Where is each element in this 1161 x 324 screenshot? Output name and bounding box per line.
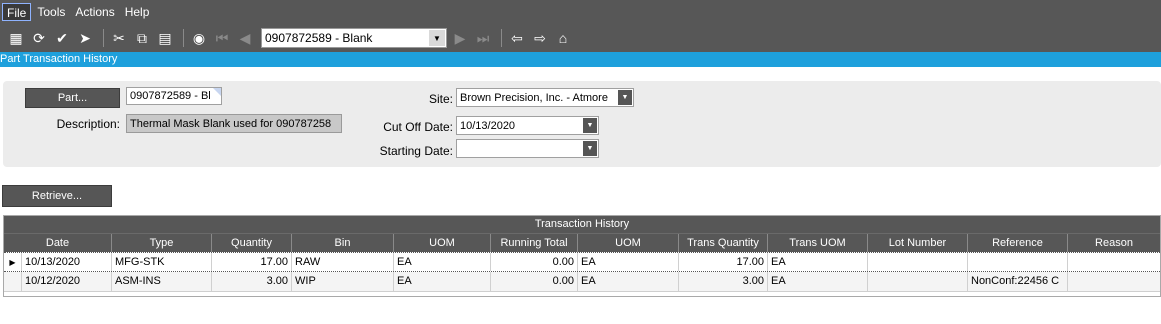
- cell-type: ASM-INS: [112, 272, 212, 291]
- column-header-uom[interactable]: UOM: [394, 234, 491, 252]
- search-binoculars-icon[interactable]: ◉: [189, 28, 209, 48]
- menu-bar: File Tools Actions Help: [0, 0, 1161, 24]
- column-header-reason[interactable]: Reason: [1068, 234, 1160, 252]
- cell-running-total: 0.00: [491, 253, 578, 271]
- column-header-date[interactable]: Date: [4, 234, 112, 252]
- cell-quantity: 17.00: [212, 253, 292, 271]
- column-header-reference[interactable]: Reference: [968, 234, 1068, 252]
- grid-caption: Transaction History: [4, 216, 1160, 233]
- description-field: Thermal Mask Blank used for 090787258: [126, 114, 342, 133]
- previous-record-icon[interactable]: ◀: [235, 28, 255, 48]
- part-value: 0907872589 - Bl: [130, 90, 211, 102]
- chevron-down-icon[interactable]: ▼: [583, 118, 597, 133]
- row-indicator: [4, 272, 22, 291]
- cell-reason: [1068, 253, 1158, 271]
- chevron-down-icon[interactable]: ▼: [583, 141, 597, 156]
- page-title: Part Transaction History: [0, 52, 1161, 67]
- cell-uom: EA: [394, 253, 491, 271]
- cutoff-date-field[interactable]: 10/13/2020 ▼: [456, 116, 599, 135]
- row-indicator-icon: ▶: [4, 253, 22, 271]
- copy-icon[interactable]: ⧉: [132, 28, 152, 48]
- refresh-icon[interactable]: ⟳: [29, 28, 49, 48]
- record-combo[interactable]: 0907872589 - Blank ▼: [261, 28, 447, 48]
- menu-actions[interactable]: Actions: [71, 3, 118, 21]
- chevron-down-icon[interactable]: ▼: [618, 90, 632, 105]
- cell-type: MFG-STK: [112, 253, 212, 271]
- last-record-icon[interactable]: ⏭: [473, 28, 493, 48]
- starting-date-label: Starting Date:: [379, 144, 453, 158]
- column-header-uom-2[interactable]: UOM: [578, 234, 679, 252]
- table-row[interactable]: 10/12/2020 ASM-INS 3.00 WIP EA 0.00 EA 3…: [4, 272, 1160, 292]
- cell-trans-quantity: 17.00: [679, 253, 768, 271]
- cell-reference: NonConf:22456 C: [968, 272, 1068, 291]
- cell-reason: [1068, 272, 1158, 291]
- retrieve-button[interactable]: Retrieve...: [2, 185, 112, 207]
- clear-icon[interactable]: ✔: [52, 28, 72, 48]
- menu-help[interactable]: Help: [121, 3, 154, 21]
- next-record-icon[interactable]: ▶: [450, 28, 470, 48]
- chevron-down-icon[interactable]: ▼: [429, 30, 445, 46]
- toolbar: ▦ ⟳ ✔ ➤ ✂ ⧉ ▤ ◉ ⏮ ◀ 0907872589 - Blank ▼…: [0, 24, 1161, 52]
- cut-icon[interactable]: ✂: [109, 28, 129, 48]
- starting-date-field[interactable]: ▼: [456, 139, 599, 158]
- menu-file[interactable]: File: [2, 3, 32, 21]
- cell-uom-2: EA: [578, 272, 679, 291]
- toolbar-separator: [183, 29, 184, 47]
- forward-icon[interactable]: ⇨: [530, 28, 550, 48]
- toolbar-separator: [103, 29, 104, 47]
- cutoff-date-label: Cut Off Date:: [383, 120, 453, 134]
- first-record-icon[interactable]: ⏮: [212, 28, 232, 48]
- field-corner-marker: [213, 88, 221, 96]
- cell-date: 10/13/2020: [22, 253, 112, 271]
- description-label: Description:: [56, 117, 120, 131]
- cutoff-date-value: 10/13/2020: [460, 119, 516, 132]
- site-value: Brown Precision, Inc. - Atmore: [460, 91, 608, 104]
- site-label: Site:: [428, 92, 453, 106]
- grid-header-row: Date Type Quantity Bin UOM Running Total…: [4, 233, 1160, 252]
- record-combo-value: 0907872589 - Blank: [265, 31, 373, 45]
- cell-trans-quantity: 3.00: [679, 272, 768, 291]
- cell-quantity: 3.00: [212, 272, 292, 291]
- cell-reference: [968, 253, 1068, 271]
- column-header-running-total[interactable]: Running Total: [491, 234, 578, 252]
- cell-lot-number: [868, 272, 968, 291]
- cell-bin: RAW: [292, 253, 394, 271]
- menu-tools[interactable]: Tools: [33, 3, 69, 21]
- column-header-quantity[interactable]: Quantity: [212, 234, 292, 252]
- cell-lot-number: [868, 253, 968, 271]
- clipboard-icon[interactable]: ▦: [6, 28, 26, 48]
- paste-icon[interactable]: ▤: [155, 28, 175, 48]
- home-icon[interactable]: ⌂: [553, 28, 573, 48]
- part-button[interactable]: Part...: [25, 88, 120, 108]
- cell-uom-2: EA: [578, 253, 679, 271]
- back-icon[interactable]: ⇦: [507, 28, 527, 48]
- cell-trans-uom: EA: [768, 253, 868, 271]
- toolbar-separator: [501, 29, 502, 47]
- cell-bin: WIP: [292, 272, 394, 291]
- cell-date: 10/12/2020: [22, 272, 112, 291]
- part-field[interactable]: 0907872589 - Bl: [126, 87, 222, 105]
- column-header-trans-quantity[interactable]: Trans Quantity: [679, 234, 768, 252]
- column-header-trans-uom[interactable]: Trans UOM: [768, 234, 868, 252]
- next-arrow-icon[interactable]: ➤: [75, 28, 95, 48]
- cell-trans-uom: EA: [768, 272, 868, 291]
- column-header-lot-number[interactable]: Lot Number: [868, 234, 968, 252]
- cell-running-total: 0.00: [491, 272, 578, 291]
- column-header-bin[interactable]: Bin: [292, 234, 394, 252]
- site-select[interactable]: Brown Precision, Inc. - Atmore ▼: [456, 88, 634, 107]
- column-header-type[interactable]: Type: [112, 234, 212, 252]
- transaction-history-grid: Transaction History Date Type Quantity B…: [3, 215, 1161, 297]
- cell-uom: EA: [394, 272, 491, 291]
- table-row[interactable]: ▶ 10/13/2020 MFG-STK 17.00 RAW EA 0.00 E…: [4, 252, 1160, 272]
